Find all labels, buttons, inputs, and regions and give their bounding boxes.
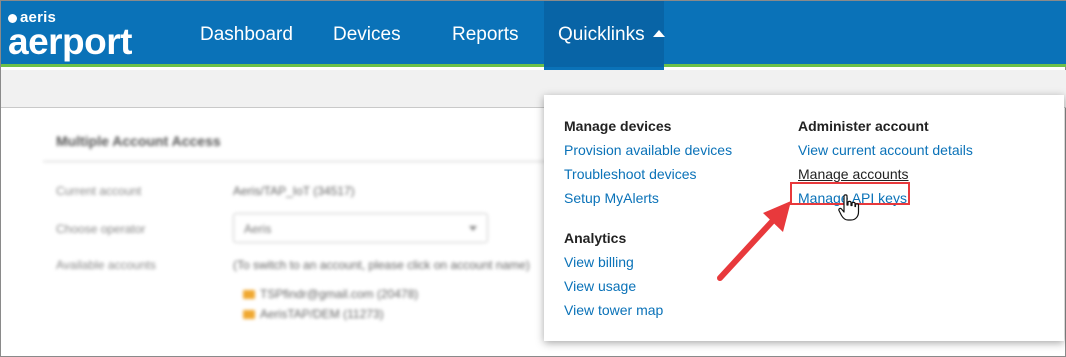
nav-reports[interactable]: Reports [452,1,519,67]
aeris-aerport-logo[interactable]: aeris aerport [8,10,132,62]
available-accounts-hint: (To switch to an account, please click o… [233,258,530,272]
nav-devices[interactable]: Devices [333,1,401,67]
caret-up-icon [652,30,665,37]
analytics-heading: Analytics [564,230,627,246]
nav-quicklinks-label: Quicklinks [558,24,645,45]
brand-large-text: aerport [8,21,132,62]
folder-icon [243,310,255,319]
panel-title: Multiple Account Access [56,133,221,149]
quicklinks-dropdown-menu: Manage devices Provision available devic… [544,95,1064,341]
provision-available-devices-link[interactable]: Provision available devices [564,141,732,165]
operator-select[interactable]: Aeris [233,213,488,243]
account-link-label: AerisTAP/DEM (11273) [260,307,384,321]
view-current-account-details-link[interactable]: View current account details [798,141,973,165]
analytics-section: Analytics View billing View usage View t… [564,229,663,325]
current-account-label: Current account [56,184,142,198]
manage-devices-heading: Manage devices [564,118,672,134]
multiple-account-access-panel: Multiple Account Access Current account … [21,109,621,357]
account-link-label: TSPfindr@gmail.com (20478) [260,287,419,301]
top-navigation-bar: aeris aerport Dashboard Devices Reports … [1,1,1066,70]
available-accounts-label: Available accounts [56,258,156,272]
account-link[interactable]: AerisTAP/DEM (11273) [243,307,384,321]
administer-account-heading: Administer account [798,118,929,134]
panel-divider [43,161,603,162]
hand-pointer-cursor-icon [838,194,860,221]
nav-quicklinks[interactable]: Quicklinks [558,1,665,67]
choose-operator-label: Choose operator [56,222,146,236]
view-billing-link[interactable]: View billing [564,253,663,277]
red-arrow-annotation-icon [717,201,791,281]
view-usage-link[interactable]: View usage [564,277,663,301]
troubleshoot-devices-link[interactable]: Troubleshoot devices [564,165,732,189]
operator-select-value: Aeris [244,222,272,236]
view-tower-map-link[interactable]: View tower map [564,301,663,325]
current-account-value: Aeris/TAP_IoT (34517) [233,184,355,198]
folder-icon [243,290,255,299]
account-link[interactable]: TSPfindr@gmail.com (20478) [243,287,418,301]
nav-dashboard[interactable]: Dashboard [200,1,293,67]
